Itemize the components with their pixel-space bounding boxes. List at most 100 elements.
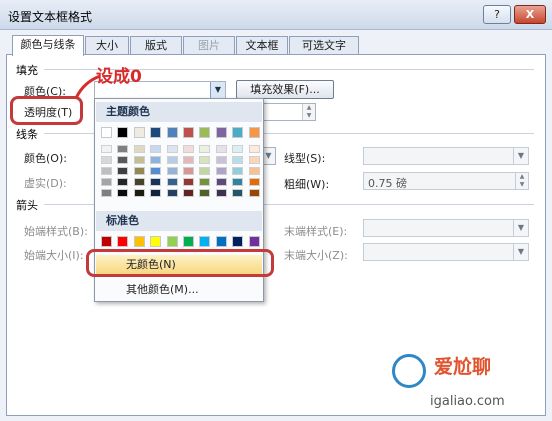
theme-shade-swatch[interactable] [232,178,244,186]
theme-shade-swatch[interactable] [117,178,129,186]
theme-shade-swatch[interactable] [101,167,112,175]
close-button[interactable]: X [514,5,546,24]
standard-color-swatch[interactable] [133,236,145,247]
theme-shade-swatch[interactable] [248,156,260,164]
theme-shade-swatch[interactable] [117,145,129,153]
theme-shade-swatch[interactable] [117,189,129,197]
theme-shade-swatch[interactable] [248,167,260,175]
theme-shade-swatch[interactable] [232,189,244,197]
theme-shade-swatch[interactable] [166,189,178,197]
end-style-dropdown[interactable]: ▼ [363,219,529,237]
theme-shade-swatch[interactable] [133,145,145,153]
theme-color-swatch[interactable] [133,127,145,138]
begin-size-label: 始端大小(I): [24,249,84,262]
theme-color-swatch[interactable] [215,127,227,138]
theme-color-swatch[interactable] [199,127,211,138]
theme-shade-swatch[interactable] [248,145,260,153]
theme-shade-swatch[interactable] [199,189,211,197]
standard-color-swatch[interactable] [150,236,162,247]
standard-color-swatch[interactable] [199,236,211,247]
theme-shade-swatch[interactable] [215,178,227,186]
standard-color-swatch[interactable] [248,236,260,247]
standard-color-swatch[interactable] [166,236,178,247]
theme-shade-swatch[interactable] [232,156,244,164]
theme-shade-swatch[interactable] [183,156,194,164]
chevron-down-icon[interactable]: ▼ [210,82,225,98]
theme-shade-swatch[interactable] [166,145,178,153]
theme-shade-swatch[interactable] [215,145,227,153]
theme-shade-swatch[interactable] [215,167,227,175]
theme-shade-swatch[interactable] [248,178,260,186]
theme-shade-swatch[interactable] [248,189,260,197]
theme-shade-swatch[interactable] [133,178,145,186]
theme-shade-swatch[interactable] [150,167,162,175]
help-button[interactable]: ? [483,5,511,24]
line-weight-value: 0.75 磅 [368,177,407,190]
theme-shade-swatch[interactable] [166,178,178,186]
theme-shade-swatch[interactable] [199,156,211,164]
theme-shade-swatch[interactable] [150,145,162,153]
theme-color-swatch[interactable] [101,127,112,138]
theme-color-swatch[interactable] [248,127,260,138]
theme-shade-swatch[interactable] [215,189,227,197]
theme-shade-swatch[interactable] [133,189,145,197]
theme-shade-swatch[interactable] [199,178,211,186]
tab-textbox[interactable]: 文本框 [236,36,288,55]
tab-alt-text[interactable]: 可选文字 [289,36,359,55]
watermark-logo-icon [392,354,426,388]
standard-color-swatch[interactable] [215,236,227,247]
theme-color-swatch[interactable] [117,127,129,138]
spinner-arrows-icon[interactable]: ▲ ▼ [515,173,528,189]
theme-shade-swatch[interactable] [215,156,227,164]
theme-shade-swatch[interactable] [183,145,194,153]
theme-shade-swatch[interactable] [150,156,162,164]
watermark-url: igaliao.com [430,394,505,409]
theme-shade-swatch[interactable] [166,167,178,175]
standard-color-swatch[interactable] [232,236,244,247]
chevron-down-icon[interactable]: ▼ [513,244,528,260]
fill-effects-button[interactable]: 填充效果(F)... [236,80,334,99]
end-size-dropdown[interactable]: ▼ [363,243,529,261]
line-weight-spinner[interactable]: 0.75 磅 ▲ ▼ [363,172,529,190]
theme-shade-swatch[interactable] [232,167,244,175]
line-style-label: 线型(S): [284,152,326,165]
tab-size[interactable]: 大小 [85,36,129,55]
theme-shade-swatch[interactable] [166,156,178,164]
theme-shade-swatch[interactable] [183,178,194,186]
theme-color-swatch[interactable] [183,127,194,138]
theme-shade-swatch[interactable] [199,145,211,153]
standard-color-swatch[interactable] [101,236,112,247]
theme-shade-swatch[interactable] [133,156,145,164]
tab-colors-lines[interactable]: 颜色与线条 [12,35,84,56]
theme-shade-swatch[interactable] [183,167,194,175]
line-weight-label: 粗细(W): [284,178,330,191]
theme-shade-swatch[interactable] [117,167,129,175]
window-title: 设置文本框格式 [8,10,93,24]
theme-shade-swatch[interactable] [101,189,112,197]
chevron-down-icon[interactable]: ▼ [513,148,528,164]
fill-section-title: 填充 [16,64,38,77]
theme-color-swatch[interactable] [150,127,162,138]
theme-shade-swatch[interactable] [199,167,211,175]
more-colors-option[interactable]: 其他颜色(M)... [96,280,262,300]
line-style-dropdown[interactable]: ▼ [363,147,529,165]
spinner-arrows-icon[interactable]: ▲ ▼ [302,104,315,120]
theme-shade-swatch[interactable] [133,167,145,175]
standard-color-swatch[interactable] [117,236,129,247]
theme-shade-swatch[interactable] [101,178,112,186]
theme-color-swatch[interactable] [232,127,244,138]
line-color-label: 颜色(O): [24,152,67,165]
theme-shade-swatch[interactable] [117,156,129,164]
line-color-dropdown[interactable]: ▼ [262,147,276,165]
transparency-spinner[interactable]: ▲ ▼ [262,103,316,121]
theme-shade-swatch[interactable] [183,189,194,197]
theme-shade-swatch[interactable] [150,178,162,186]
chevron-down-icon[interactable]: ▼ [513,220,528,236]
tab-layout[interactable]: 版式 [130,36,182,55]
theme-shade-swatch[interactable] [150,189,162,197]
theme-shade-swatch[interactable] [101,145,112,153]
theme-shade-swatch[interactable] [232,145,244,153]
theme-shade-swatch[interactable] [101,156,112,164]
standard-color-swatch[interactable] [183,236,194,247]
theme-color-swatch[interactable] [166,127,178,138]
